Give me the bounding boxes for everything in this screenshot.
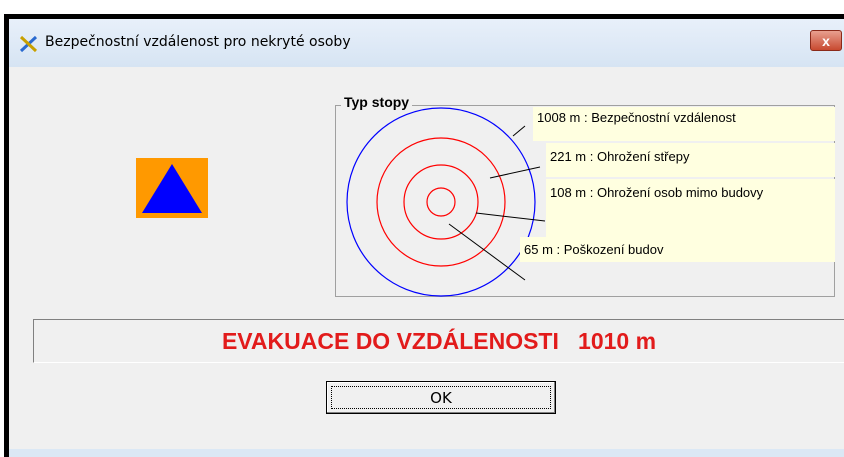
zone-label-safety: 1008 m : Bezpečnostní vzdálenost xyxy=(533,107,835,141)
zone-circle-shards xyxy=(376,137,506,267)
evacuation-distance-display: EVAKUACE DO VZDÁLENOSTI 1010 m xyxy=(33,319,844,363)
leader-line-buildings xyxy=(448,223,526,281)
zone-circle-outdoor xyxy=(403,164,479,240)
civil-protection-triangle-icon xyxy=(136,158,208,218)
zone-circle-safety xyxy=(346,107,536,297)
zone-label-outdoor: 108 m : Ohrožení osob mimo budovy xyxy=(546,179,835,237)
title-bar[interactable]: Bezpečnostní vzdálenost pro nekryté osob… xyxy=(9,19,844,67)
ok-button[interactable]: OK xyxy=(326,381,556,414)
ok-button-label: OK xyxy=(331,386,551,409)
window-title: Bezpečnostní vzdálenost pro nekryté osob… xyxy=(45,34,351,50)
window-bottom-border xyxy=(9,449,844,457)
leader-line-safety xyxy=(512,125,526,137)
close-button[interactable]: x xyxy=(810,30,842,51)
app-icon xyxy=(19,35,38,53)
zone-circle-buildings xyxy=(426,187,456,217)
zone-label-buildings: 65 m : Poškození budov xyxy=(520,237,835,262)
zone-label-shards: 221 m : Ohrožení střepy xyxy=(546,143,835,177)
dialog-client-area: Typ stopy 1008 m : Bezpečnostní vzdáleno… xyxy=(9,67,844,449)
dialog-window: Bezpečnostní vzdálenost pro nekryté osob… xyxy=(9,19,844,457)
